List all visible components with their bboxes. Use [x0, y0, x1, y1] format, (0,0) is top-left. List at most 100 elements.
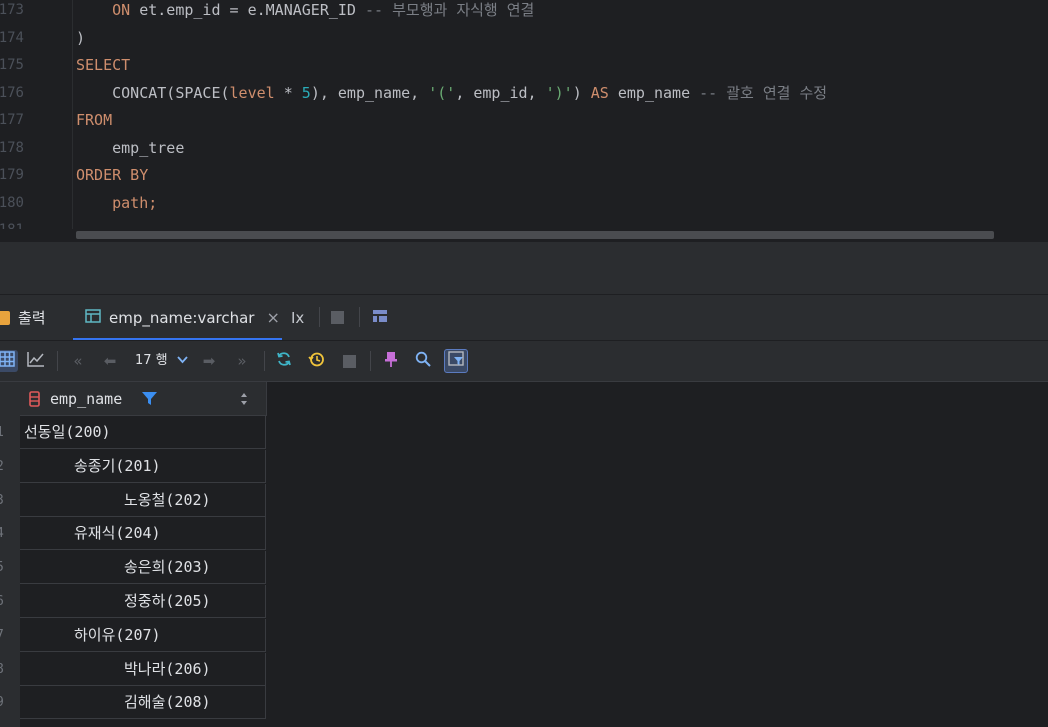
code-token: FROM: [76, 111, 113, 129]
previous-page-button[interactable]: ⬅: [99, 350, 121, 372]
cell-emp-name[interactable]: 하이유(207): [20, 618, 266, 652]
refresh-icon: [276, 351, 292, 371]
tab-result-emp-name[interactable]: emp_name:varchar ×: [73, 295, 282, 340]
code-token: level: [229, 83, 275, 102]
cell-emp-name[interactable]: 유재식(204): [20, 517, 266, 551]
result-grid[interactable]: emp_name 1 선동일(200) 2 송종기(201) 3 노옹철(202) 4 유재식…: [0, 382, 1048, 727]
code-text: SELECT: [76, 52, 130, 79]
chart-icon: [27, 351, 45, 371]
close-icon[interactable]: ×: [266, 308, 279, 327]
line-number: 178: [0, 139, 24, 156]
filter-icon: [448, 351, 464, 371]
output-icon: [0, 310, 10, 325]
row-number: 8: [0, 653, 6, 686]
line-number: 174: [0, 29, 24, 46]
first-page-icon: «: [73, 352, 83, 370]
layout-button[interactable]: [372, 295, 390, 340]
tab-lx-label: Ix: [291, 308, 305, 327]
cell-emp-name[interactable]: 노옹철(202): [20, 483, 266, 517]
grid-view-button[interactable]: [0, 350, 18, 372]
history-icon: [307, 351, 325, 372]
row-count-selector[interactable]: 17 행: [135, 350, 188, 372]
cell-emp-name[interactable]: 송종기(201): [20, 449, 266, 483]
results-tab-bar: 출력 emp_name:varchar × Ix: [0, 295, 1048, 341]
row-number: 3: [0, 484, 6, 517]
toolbar-separator-3: [370, 351, 371, 371]
stop-icon: [342, 354, 356, 368]
cell-emp-name[interactable]: 선동일(200): [20, 416, 266, 449]
history-button[interactable]: [305, 350, 327, 372]
tab-lx[interactable]: Ix: [291, 295, 311, 340]
code-token: et.emp_id = e.MANAGER_ID: [139, 1, 365, 19]
toolbar-separator-2: [264, 351, 265, 371]
arrow-left-icon: ⬅: [103, 352, 117, 370]
pin-button[interactable]: [380, 350, 402, 372]
last-page-icon: »: [237, 352, 247, 370]
table-row[interactable]: 8 박나라(206): [0, 652, 266, 686]
table-row[interactable]: 7 하이유(207): [0, 618, 266, 652]
code-line: 175 SELECT: [0, 52, 1048, 79]
next-page-button[interactable]: ➡: [198, 350, 220, 372]
table-row[interactable]: 2 송종기(201): [0, 449, 266, 483]
table-row[interactable]: 1 선동일(200): [0, 416, 266, 449]
arrow-right-icon: ➡: [202, 352, 216, 370]
results-toolbar: « ⬅ 17 행 ➡ »: [0, 341, 1048, 382]
row-number: 5: [0, 551, 6, 584]
code-token: AS: [590, 83, 618, 102]
tab-separator-2: [359, 307, 360, 327]
line-number: 173: [0, 2, 24, 18]
search-icon: [415, 351, 431, 371]
stop-tab-button[interactable]: [331, 295, 347, 340]
sort-icon[interactable]: [240, 391, 248, 410]
sql-editor[interactable]: 173 ON et.emp_id = e.MANAGER_ID -- 부모행과 …: [0, 0, 1048, 242]
code-token: ORDER BY: [76, 166, 149, 184]
code-text: ORDER BY: [76, 162, 148, 189]
code-token: SELECT: [76, 56, 131, 74]
filter-button[interactable]: [444, 349, 468, 373]
refresh-button[interactable]: [273, 350, 295, 372]
cell-emp-name[interactable]: 김해술(208): [20, 686, 266, 720]
tab-output[interactable]: 출력: [0, 295, 60, 340]
code-token: ), emp_name,: [310, 83, 429, 102]
cell-emp-name[interactable]: 정중하(205): [20, 585, 266, 618]
pin-icon: [384, 351, 398, 372]
table-row[interactable]: 4 유재식(204): [0, 517, 266, 551]
line-number: 176: [0, 84, 24, 101]
chart-view-button[interactable]: [25, 350, 47, 372]
code-text: ): [76, 25, 85, 52]
code-line: 180 path;: [0, 190, 1048, 217]
code-token: -- 괄호 연결 수정: [699, 83, 828, 102]
horizontal-scrollbar[interactable]: [76, 231, 994, 239]
table-row[interactable]: 9 김해술(208): [0, 686, 266, 720]
row-number: 1: [0, 416, 6, 449]
tab-output-label: 출력: [18, 309, 46, 327]
code-line: 179 ORDER BY: [0, 162, 1048, 189]
grid-icon: [0, 351, 15, 371]
panel-splitter[interactable]: [0, 242, 1048, 295]
code-text: ON et.emp_id = e.MANAGER_ID -- 부모행과 자식행 …: [76, 0, 534, 24]
line-number: 180: [0, 194, 24, 211]
first-page-button[interactable]: «: [67, 350, 89, 372]
code-token: 5: [301, 83, 311, 102]
row-number: 9: [0, 686, 6, 719]
row-number: 2: [0, 450, 6, 483]
cell-emp-name[interactable]: 박나라(206): [20, 652, 266, 686]
table-row[interactable]: 6 정중하(205): [0, 585, 266, 618]
search-button[interactable]: [412, 350, 434, 372]
filter-funnel-icon[interactable]: [142, 391, 157, 410]
stop-icon: [331, 311, 344, 324]
line-number: 177: [0, 112, 24, 128]
code-token: ON: [112, 1, 140, 19]
table-row[interactable]: 5 송은희(203): [0, 551, 266, 585]
stop-button[interactable]: [338, 350, 360, 372]
code-token: ): [76, 28, 86, 47]
column-header-emp-name[interactable]: emp_name: [20, 382, 267, 416]
table-row[interactable]: 3 노옹철(202): [0, 483, 266, 517]
cell-emp-name[interactable]: 송은희(203): [20, 551, 266, 585]
tab-result-label: emp_name:varchar: [109, 308, 255, 327]
last-page-button[interactable]: »: [231, 350, 253, 372]
code-line: 177 FROM: [0, 107, 1048, 134]
code-token: ): [572, 83, 591, 102]
code-token: -- 부모행과 자식행 연결: [365, 1, 535, 19]
